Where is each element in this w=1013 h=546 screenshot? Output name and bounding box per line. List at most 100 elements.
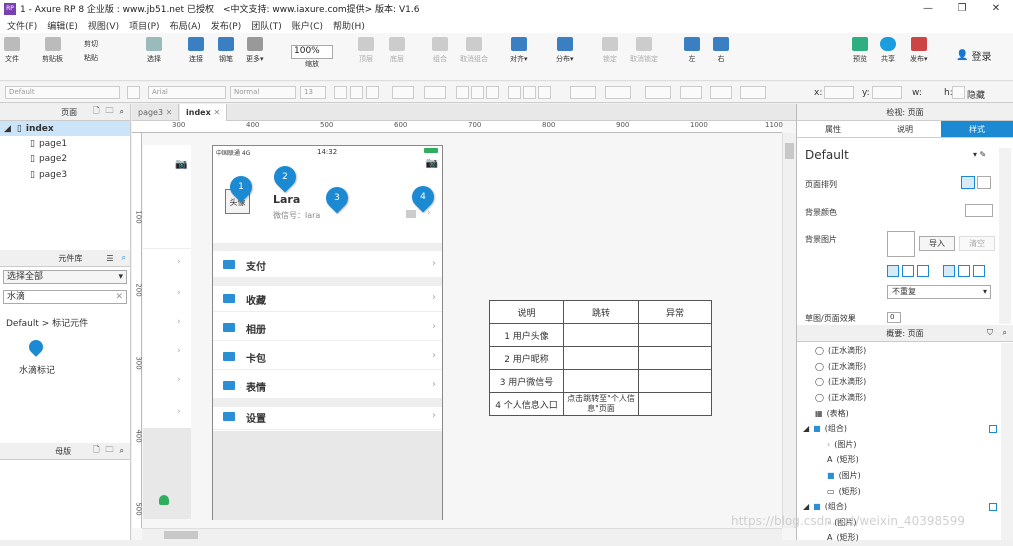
filter-icon[interactable]: ⛉ [987,328,993,338]
lock-button[interactable]: 锁定 [602,37,618,64]
connect-button[interactable]: 连接 [188,37,204,64]
menu-account[interactable]: 账户(C) [287,19,328,32]
bg-color-picker[interactable] [965,204,993,217]
camera-icon[interactable]: 📷 [426,158,438,169]
hide-checkbox[interactable] [952,86,965,99]
line-width-button[interactable] [680,86,702,99]
style-edit-button[interactable] [127,86,140,99]
search-icon[interactable]: ⌕ [122,253,126,263]
group-button[interactable]: 组合 [432,37,448,64]
line-color-button[interactable] [645,86,671,99]
align-left-button[interactable] [456,86,469,99]
search-icon[interactable]: ⌕ [120,107,124,117]
align-center-button[interactable] [471,86,484,99]
paste-small-button[interactable]: 粘贴 [84,53,98,63]
menu-help[interactable]: 帮助(H) [328,19,370,32]
tab-page3[interactable]: page3 ✕ [132,104,180,121]
layout-left-button[interactable] [961,176,975,189]
cut-button[interactable]: 剪切 [84,39,98,49]
bg-image-preview[interactable] [887,231,915,257]
droplet-marker-3[interactable]: 3 [321,182,353,214]
menu-row-pay[interactable]: 支付 › [213,252,442,278]
login-button[interactable]: 👤 登录 [956,48,991,63]
menu-icon[interactable]: ☰ [106,254,113,263]
outline-item[interactable]: A (矩形) [797,530,1001,546]
menu-row-album[interactable]: 相册 › [213,315,442,341]
file-button[interactable]: 文件 [4,37,20,64]
ungroup-button[interactable]: 取消组合 [460,37,488,64]
font-color-button[interactable] [392,86,414,99]
menu-file[interactable]: 文件(F) [2,19,42,32]
menu-row-favorites[interactable]: 收藏 › [213,286,442,312]
tab-notes[interactable]: 说明 [869,121,941,137]
minimize-button[interactable]: — [911,3,945,14]
droplet-marker-icon[interactable] [26,337,46,357]
library-search-input[interactable]: 水滴 ✕ [3,290,127,304]
style-dropdown-icon[interactable]: ▾ ✎ [973,150,986,159]
align-right-button[interactable] [486,86,499,99]
menu-view[interactable]: 视图(V) [83,19,124,32]
shadow-button[interactable] [605,86,631,99]
menu-publish[interactable]: 发布(P) [206,19,246,32]
page-item-index[interactable]: ◢ ▯ index [0,121,130,136]
menu-row-cards[interactable]: 卡包 › [213,344,442,370]
page-item-page3[interactable]: ▯ page3 [0,167,130,183]
font-select[interactable]: Arial [148,86,226,99]
style-select[interactable]: Default [5,86,120,99]
outline-item[interactable]: ◯ (正水滴形) [797,390,1001,406]
left-button[interactable]: 左 [684,37,700,64]
repeat-select[interactable]: 不重复 ▾ [887,285,991,299]
outline-item[interactable]: ◢ ■ (组合) [797,421,1001,437]
droplet-marker-4[interactable]: 4 [407,181,439,213]
align-button[interactable]: 对齐▾ [510,37,528,64]
maximize-button[interactable]: ❐ [945,3,979,14]
unlock-button[interactable]: 取消锁定 [630,37,658,64]
weight-select[interactable]: Normal [230,86,296,99]
tab-properties[interactable]: 属性 [797,121,869,137]
sketch-value-input[interactable]: 0 [887,312,901,323]
page-style-name[interactable]: Default [805,148,849,162]
italic-button[interactable] [350,86,363,99]
underline-button[interactable] [366,86,379,99]
publish-button[interactable]: 发布▾ [910,37,928,64]
valign-middle-button[interactable] [523,86,536,99]
valign-top-button[interactable] [508,86,521,99]
outline-item[interactable]: ▦ (表格) [797,405,1001,421]
outline-item[interactable]: ◯ (正水滴形) [797,343,1001,359]
vertical-scrollbar[interactable] [782,133,796,528]
clipboard-button[interactable]: 剪贴板 [42,37,63,64]
bg-align-buttons[interactable] [887,265,991,277]
annotation-table[interactable]: 说明 跳转 异常 1 用户头像 2 用户昵称 3 用户微信号 4 个人信息入口点… [489,300,712,416]
select-button[interactable]: 选择 [146,37,162,64]
clear-button[interactable]: 清空 [959,236,995,251]
droplet-marker-2[interactable]: 2 [269,161,301,193]
menu-layout[interactable]: 布局(A) [165,19,206,32]
library-select[interactable]: 选择全部 ▾ [3,270,127,284]
search-icon[interactable]: ⌕ [120,446,124,456]
library-group[interactable]: Default > 标记元件 [6,316,88,329]
layout-center-button[interactable] [977,176,991,189]
more-button[interactable]: 更多▾ [246,37,264,64]
bottom-layer-button[interactable]: 底层 [389,37,405,64]
line-style-button[interactable] [710,86,732,99]
bold-button[interactable] [334,86,347,99]
menu-team[interactable]: 团队(T) [246,19,287,32]
text-highlight-button[interactable] [424,86,446,99]
tab-style[interactable]: 样式 [941,121,1013,137]
share-button[interactable]: 共享 [880,37,896,64]
outline-scrollbar[interactable] [1001,343,1013,540]
tab-index[interactable]: index ✕ [180,104,228,121]
add-folder-icon[interactable]: 🗀 [106,444,114,458]
add-page-icon[interactable]: 🗋 [93,105,99,119]
pen-button[interactable]: 钢笔 [218,37,234,64]
add-master-icon[interactable]: 🗋 [93,444,99,458]
chevron-right-icon[interactable]: › [427,208,431,218]
outline-item[interactable]: ■ (图片) [797,468,1001,484]
outline-item[interactable]: ◯ (正水滴形) [797,359,1001,375]
outline-item[interactable]: ▭ (矩形) [797,483,1001,499]
distribute-button[interactable]: 分布▾ [556,37,574,64]
outline-item[interactable]: ◢ ■ (组合) [797,499,1001,515]
font-size-select[interactable]: 13 [300,86,326,99]
y-input[interactable] [872,86,902,99]
inspector-scrollbar[interactable] [999,148,1011,324]
